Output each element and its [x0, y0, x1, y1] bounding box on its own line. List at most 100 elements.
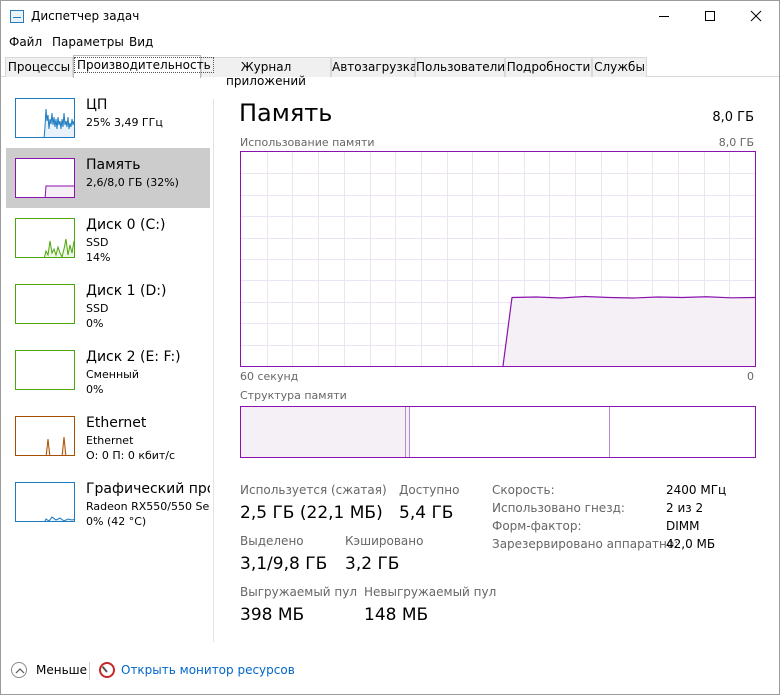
- page-title: Память: [239, 99, 333, 127]
- sidebar-item-subtitle: Сменный: [86, 368, 139, 381]
- sidebar-item-subtitle: Ethernet: [86, 434, 134, 447]
- slots-label: Использовано гнезд:: [492, 501, 625, 515]
- form-factor-value: DIMM: [666, 519, 700, 533]
- tab-label: Процессы: [7, 60, 71, 74]
- tab-details[interactable]: Подробности: [505, 57, 592, 77]
- resource-monitor-icon[interactable]: [99, 662, 115, 678]
- sidebar-item-title: Диск 0 (C:): [86, 217, 166, 233]
- hardware-reserved-value: 42,0 МБ: [666, 537, 716, 551]
- composition-standby: [410, 407, 610, 457]
- maximize-icon: [705, 11, 715, 21]
- sidebar-item-subtitle: SSD: [86, 236, 109, 249]
- form-factor-label: Форм-фактор:: [492, 519, 582, 533]
- task-manager-icon: [10, 10, 24, 23]
- memory-usage-plot: [241, 152, 755, 366]
- tab-label: Подробности: [506, 60, 591, 74]
- cpu-thumbnail-graph: [15, 98, 75, 138]
- maximize-button[interactable]: [687, 1, 733, 31]
- usage-graph-label: Использование памяти: [240, 136, 375, 149]
- task-manager-window: Диспетчер задач Файл Параметры Вид Проце…: [0, 0, 780, 695]
- minimize-button[interactable]: [641, 1, 687, 31]
- cpu-thumbnail-line: [43, 108, 74, 137]
- tab-strip: Процессы Производительность Журнал прило…: [1, 55, 779, 88]
- menu-options[interactable]: Параметры: [52, 35, 124, 49]
- available-value: 5,4 ГБ: [399, 503, 454, 523]
- fewer-details-button[interactable]: [11, 662, 27, 678]
- sidebar-item-throughput: О: 0 П: 0 кбит/с: [86, 449, 176, 462]
- total-memory: 8,0 ГБ: [712, 110, 754, 125]
- sidebar-item-title: Графический процессор 0: [86, 481, 210, 497]
- slots-value: 2 из 2: [666, 501, 704, 515]
- speed-label: Скорость:: [492, 483, 555, 497]
- composition-in-use: [241, 407, 406, 457]
- paged-pool-label: Выгружаемый пул: [240, 585, 358, 599]
- close-button[interactable]: [733, 1, 779, 31]
- paged-pool-value: 398 МБ: [240, 605, 305, 625]
- nonpaged-pool-value: 148 МБ: [364, 605, 429, 625]
- tab-startup[interactable]: Автозагрузка: [331, 57, 418, 77]
- title-bar[interactable]: Диспетчер задач: [1, 1, 779, 32]
- disk-2-thumbnail-graph: [15, 350, 75, 390]
- tab-label: Пользователи: [416, 60, 506, 74]
- memory-thumbnail-line: [44, 185, 74, 197]
- memory-thumbnail-graph: [15, 158, 75, 198]
- disk-0-thumbnail-graph: [15, 218, 75, 258]
- in-use-value: 2,5 ГБ (22,1 МБ): [240, 503, 383, 523]
- graph-axis-left: 60 секунд: [240, 370, 299, 383]
- in-use-label: Используется (сжатая): [240, 483, 387, 497]
- tab-label: Службы: [594, 60, 645, 74]
- sidebar-item-title: Память: [86, 157, 141, 173]
- sidebar-divider: [213, 99, 214, 642]
- gpu-thumbnail-graph: [15, 482, 75, 522]
- sidebar-item-subtitle: SSD: [86, 302, 109, 315]
- sidebar-item-memory[interactable]: Память 2,6/8,0 ГБ (32%): [6, 148, 210, 208]
- cached-label: Кэшировано: [345, 534, 424, 548]
- sidebar-item-subtitle: 2,6/8,0 ГБ (32%): [86, 176, 179, 189]
- sidebar-item-usage: 0% (42 °C): [86, 515, 147, 528]
- sidebar-item-cpu[interactable]: ЦП 25% 3,49 ГГц: [6, 88, 210, 148]
- memory-usage-area: [503, 296, 755, 366]
- sidebar-item-subtitle: 25% 3,49 ГГц: [86, 116, 163, 129]
- close-icon: [750, 10, 762, 22]
- footer-bar: Меньше Открыть монитор ресурсов: [1, 649, 779, 694]
- sidebar-item-title: Диск 1 (D:): [86, 283, 167, 299]
- composition-free: [611, 407, 755, 457]
- chevron-up-icon: [15, 668, 25, 674]
- memory-usage-graph: [240, 151, 756, 367]
- tab-processes[interactable]: Процессы: [5, 57, 73, 77]
- graph-axis-right: 0: [747, 370, 754, 383]
- open-resource-monitor-link[interactable]: Открыть монитор ресурсов: [121, 663, 295, 677]
- disk-1-thumbnail-graph: [15, 284, 75, 324]
- sidebar-item-usage: 0%: [86, 383, 104, 396]
- sidebar-item-disk-0[interactable]: Диск 0 (C:) SSD 14%: [6, 208, 210, 268]
- speed-value: 2400 МГц: [666, 483, 727, 497]
- tab-users[interactable]: Пользователи: [415, 57, 505, 77]
- committed-value: 3,1/9,8 ГБ: [240, 554, 328, 574]
- tab-services[interactable]: Службы: [592, 57, 647, 77]
- sidebar-item-subtitle: Radeon RX550/550 Series: [86, 500, 210, 513]
- tab-label: Журнал приложений: [226, 60, 306, 88]
- sidebar-item-usage: 0%: [86, 317, 104, 330]
- sidebar-item-disk-1[interactable]: Диск 1 (D:) SSD 0%: [6, 274, 210, 334]
- menu-file[interactable]: Файл: [9, 35, 42, 49]
- sidebar-item-gpu[interactable]: Графический процессор 0 Radeon RX550/550…: [6, 472, 210, 532]
- sidebar-item-usage: 14%: [86, 251, 111, 264]
- window-title: Диспетчер задач: [31, 9, 140, 23]
- sidebar-item-disk-2[interactable]: Диск 2 (E: F:) Сменный 0%: [6, 340, 210, 400]
- nonpaged-pool-label: Невыгружаемый пул: [364, 585, 497, 599]
- tab-app-history[interactable]: Журнал приложений: [201, 57, 331, 88]
- tab-label: Автозагрузка: [332, 60, 418, 74]
- disk-0-thumbnail-line: [43, 238, 74, 257]
- available-label: Доступно: [399, 483, 460, 497]
- sidebar-item-title: Ethernet: [86, 415, 147, 431]
- sidebar-item-ethernet[interactable]: Ethernet Ethernet О: 0 П: 0 кбит/с: [6, 406, 210, 466]
- tab-performance[interactable]: Производительность: [73, 55, 214, 78]
- ethernet-thumbnail-line: [45, 436, 67, 455]
- menu-view[interactable]: Вид: [129, 35, 153, 49]
- gpu-thumbnail-line: [44, 516, 74, 521]
- menu-bar: Файл Параметры Вид: [1, 32, 779, 54]
- hardware-reserved-label: Зарезервировано аппаратно:: [492, 537, 679, 551]
- sidebar-item-title: Диск 2 (E: F:): [86, 349, 181, 365]
- fewer-details-label[interactable]: Меньше: [36, 663, 87, 677]
- minimize-icon: [659, 16, 669, 17]
